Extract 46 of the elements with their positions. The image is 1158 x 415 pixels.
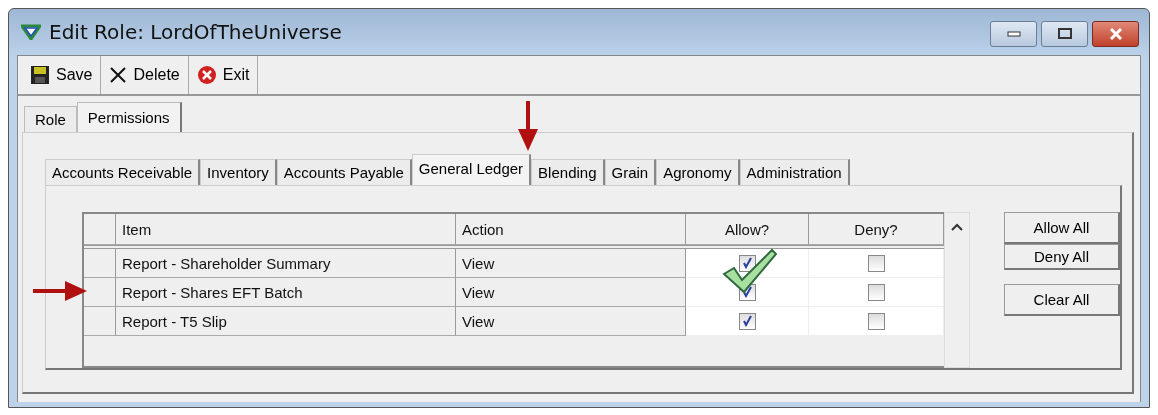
tab[interactable]: Permissions bbox=[76, 102, 182, 132]
table-cell: View bbox=[456, 278, 686, 307]
maximize-button[interactable] bbox=[1041, 21, 1088, 47]
column-header[interactable]: Item bbox=[116, 214, 456, 245]
action-button[interactable]: Allow All bbox=[1004, 212, 1120, 244]
close-circle-icon bbox=[196, 65, 217, 85]
minimize-icon bbox=[1006, 31, 1021, 37]
column-header[interactable]: Allow? bbox=[686, 214, 809, 245]
table-cell: Report - T5 Slip bbox=[116, 307, 456, 336]
table-cell: View bbox=[456, 249, 686, 278]
tab[interactable]: Agronomy bbox=[656, 159, 740, 185]
maximize-icon bbox=[1057, 28, 1072, 40]
column-header[interactable]: Action bbox=[456, 214, 686, 245]
checkbox[interactable] bbox=[867, 312, 885, 330]
tab[interactable]: Inventory bbox=[200, 159, 277, 185]
save-button[interactable]: Save bbox=[22, 56, 102, 94]
table-cell: Report - Shares EFT Batch bbox=[116, 278, 456, 307]
row-header[interactable] bbox=[84, 307, 116, 336]
tab[interactable]: Accounts Receivable bbox=[45, 159, 201, 185]
close-button[interactable] bbox=[1092, 21, 1139, 47]
action-button[interactable]: Deny All bbox=[1004, 244, 1120, 270]
tab[interactable]: Role bbox=[24, 106, 77, 132]
tab[interactable]: Accounts Payable bbox=[276, 159, 412, 185]
table-cell: Report - Shareholder Summary bbox=[116, 249, 456, 278]
scrollbar[interactable] bbox=[944, 212, 970, 368]
triangle-icon bbox=[21, 24, 41, 40]
checkbox[interactable] bbox=[867, 283, 885, 301]
window-title: Edit Role: LordOfTheUniverse bbox=[49, 20, 342, 44]
exit-button[interactable]: Exit bbox=[188, 56, 259, 94]
check-mark-icon bbox=[722, 248, 778, 294]
checkbox[interactable] bbox=[738, 254, 756, 272]
tab[interactable]: Blending bbox=[531, 159, 605, 185]
annotation-arrow bbox=[517, 101, 539, 153]
annotation-arrow bbox=[33, 280, 89, 302]
tab[interactable]: Administration bbox=[739, 159, 850, 185]
table-cell: View bbox=[456, 307, 686, 336]
action-button[interactable]: Clear All bbox=[1004, 284, 1120, 316]
tab[interactable]: Grain bbox=[604, 159, 657, 185]
delete-button[interactable]: Delete bbox=[101, 56, 189, 94]
checkbox[interactable] bbox=[867, 254, 885, 272]
checkbox[interactable] bbox=[738, 312, 756, 330]
scroll-up-icon[interactable] bbox=[951, 223, 963, 231]
close-icon bbox=[1108, 28, 1123, 40]
tab[interactable]: General Ledger bbox=[411, 154, 532, 185]
x-icon bbox=[109, 66, 128, 84]
row-header[interactable] bbox=[84, 249, 116, 278]
